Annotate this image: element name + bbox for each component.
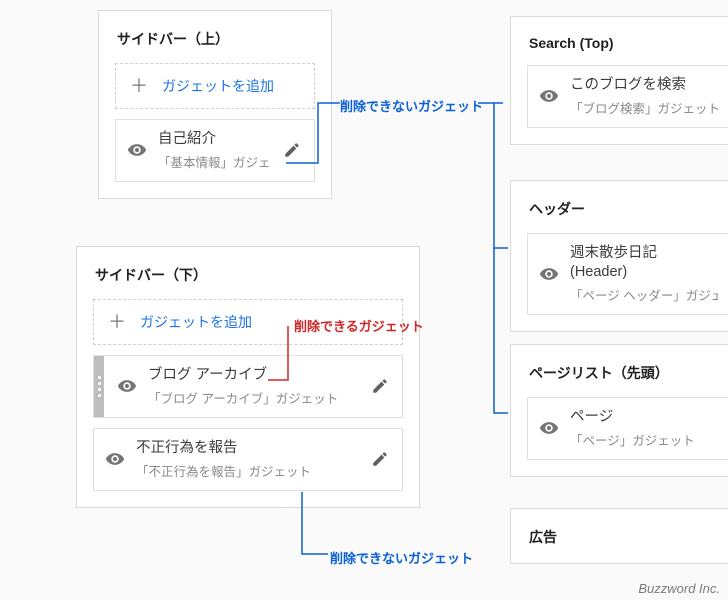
edit-icon[interactable] xyxy=(370,449,390,469)
panel-search-top: Search (Top) このブログを検索 「ブログ検索」ガジェット xyxy=(510,16,728,145)
panel-sidebar-bottom: サイドバー（下） ＋ ガジェットを追加 ブログ アーカイブ 「ブログ アーカイブ… xyxy=(76,246,420,508)
panel-ads: 広告 xyxy=(510,508,728,564)
brand-watermark: Buzzword Inc. xyxy=(638,581,720,596)
add-gadget-label: ガジェットを追加 xyxy=(140,312,252,332)
gadget-title: ブログ アーカイブ xyxy=(148,366,360,385)
gadget-text: 週末散歩日記 (Header) 「ページ ヘッダー」ガジェット xyxy=(570,244,718,304)
annotation-cannot-delete1: 削除できないガジェット xyxy=(340,96,483,115)
gadget-subtitle: 「基本情報」ガジェット xyxy=(158,152,272,171)
panel-title: 広告 xyxy=(529,527,728,547)
drag-handle[interactable] xyxy=(94,356,104,417)
gadget-text: 自己紹介 「基本情報」ガジェット xyxy=(158,130,272,171)
visibility-icon[interactable] xyxy=(538,85,560,107)
plus-icon: ＋ xyxy=(108,313,126,331)
gadget-text: ブログ アーカイブ 「ブログ アーカイブ」ガジェット xyxy=(148,366,360,407)
gadget-title: 自己紹介 xyxy=(158,130,272,149)
gadget-subtitle: 「ページ」ガジェット xyxy=(570,430,718,449)
gadget-item[interactable]: ページ 「ページ」ガジェット xyxy=(527,397,728,460)
plus-icon: ＋ xyxy=(130,77,148,95)
panel-title: サイドバー（上） xyxy=(117,29,315,49)
visibility-icon[interactable] xyxy=(126,139,148,161)
panel-title: ページリスト（先頭） xyxy=(529,363,728,383)
panel-pagelist: ページリスト（先頭） ページ 「ページ」ガジェット xyxy=(510,344,728,477)
edit-icon[interactable] xyxy=(282,140,302,160)
gadget-item[interactable]: 自己紹介 「基本情報」ガジェット xyxy=(115,119,315,182)
gadget-text: 不正行為を報告 「不正行為を報告」ガジェット xyxy=(136,439,360,480)
gadget-subtitle: 「ブログ検索」ガジェット xyxy=(570,98,718,117)
gadget-text: ページ 「ページ」ガジェット xyxy=(570,408,718,449)
panel-title: サイドバー（下） xyxy=(95,265,403,285)
gadget-item[interactable]: 週末散歩日記 (Header) 「ページ ヘッダー」ガジェット xyxy=(527,233,728,315)
panel-sidebar-top: サイドバー（上） ＋ ガジェットを追加 自己紹介 「基本情報」ガジェット xyxy=(98,10,332,199)
visibility-icon[interactable] xyxy=(104,448,126,470)
visibility-icon[interactable] xyxy=(538,263,560,285)
gadget-text: このブログを検索 「ブログ検索」ガジェット xyxy=(570,76,718,117)
edit-icon[interactable] xyxy=(370,376,390,396)
panel-title: ヘッダー xyxy=(529,199,728,219)
gadget-item[interactable]: ブログ アーカイブ 「ブログ アーカイブ」ガジェット xyxy=(93,355,403,418)
add-gadget-button[interactable]: ＋ ガジェットを追加 xyxy=(115,63,315,109)
gadget-title: ページ xyxy=(570,408,718,427)
annotation-cannot-delete2: 削除できないガジェット xyxy=(330,548,473,567)
panel-title: Search (Top) xyxy=(529,35,728,51)
add-gadget-label: ガジェットを追加 xyxy=(162,76,274,96)
gadget-subtitle: 「ブログ アーカイブ」ガジェット xyxy=(148,388,360,407)
visibility-icon[interactable] xyxy=(538,417,560,439)
gadget-title: 週末散歩日記 (Header) xyxy=(570,244,718,282)
gadget-title: このブログを検索 xyxy=(570,76,718,95)
gadget-item[interactable]: 不正行為を報告 「不正行為を報告」ガジェット xyxy=(93,428,403,491)
gadget-title: 不正行為を報告 xyxy=(136,439,360,458)
gadget-subtitle: 「ページ ヘッダー」ガジェット xyxy=(570,285,718,304)
add-gadget-button[interactable]: ＋ ガジェットを追加 xyxy=(93,299,403,345)
panel-header: ヘッダー 週末散歩日記 (Header) 「ページ ヘッダー」ガジェット xyxy=(510,180,728,332)
gadget-item[interactable]: このブログを検索 「ブログ検索」ガジェット xyxy=(527,65,728,128)
visibility-icon[interactable] xyxy=(116,375,138,397)
gadget-subtitle: 「不正行為を報告」ガジェット xyxy=(136,461,360,480)
